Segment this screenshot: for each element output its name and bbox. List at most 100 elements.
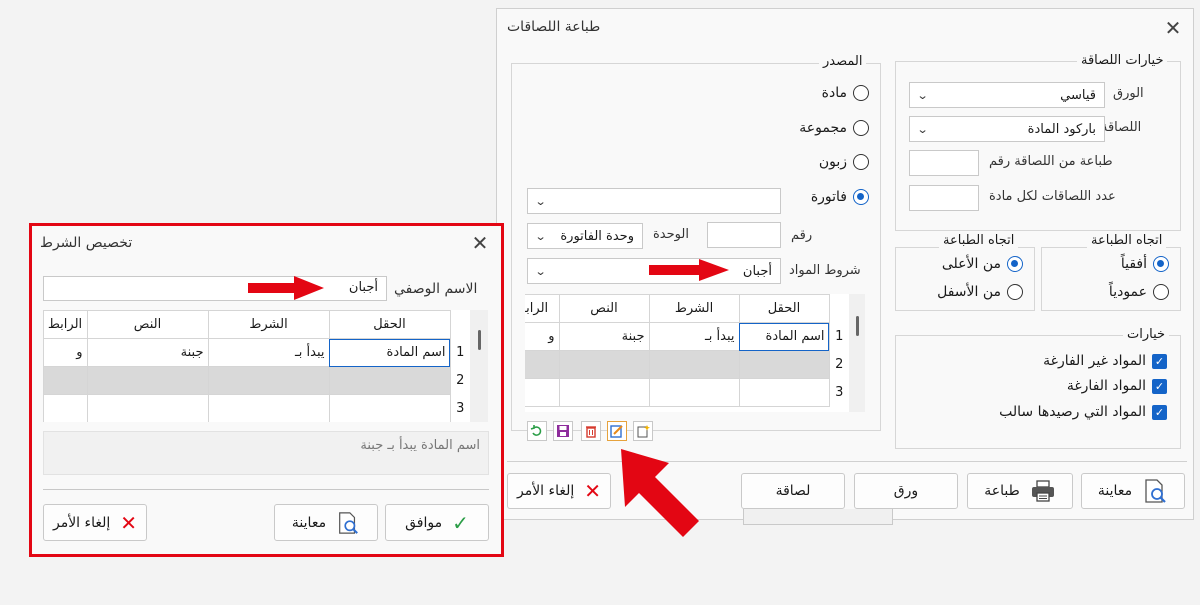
count-label-input[interactable] <box>909 185 979 211</box>
ok-button[interactable]: ✓ موافق <box>385 504 489 541</box>
cell-field[interactable]: اسم المادة <box>328 338 451 367</box>
cell-condition[interactable] <box>207 366 330 395</box>
label-button[interactable]: لصاقة <box>741 473 845 509</box>
conditions-grid: الحقل الشرط النص الرابط 1 اسم المادة يبد… <box>525 294 849 412</box>
cell-link[interactable]: و <box>525 322 560 351</box>
edit-icon[interactable] <box>607 421 627 441</box>
scroll-thumb[interactable] <box>477 330 481 350</box>
table-row[interactable]: 2 <box>43 366 470 395</box>
red-arrow-icon <box>649 259 729 281</box>
grid-scrollbar[interactable] <box>849 294 865 412</box>
checkbox-checked-icon: ✓ <box>1152 353 1167 369</box>
source-item-radio[interactable]: مادة <box>797 85 869 101</box>
source-group-radio[interactable]: مجموعة <box>777 120 869 136</box>
label-type-label: اللصاقة <box>1101 120 1142 135</box>
cell-condition[interactable] <box>648 378 740 407</box>
column-header-field[interactable]: الحقل <box>328 310 451 339</box>
desc-label: الاسم الوصفي <box>394 281 478 297</box>
summary-text: اسم المادة يبدأ بـ جبنة <box>360 438 480 453</box>
column-header-field[interactable]: الحقل <box>738 294 830 323</box>
column-header-condition[interactable]: الشرط <box>207 310 330 339</box>
cell-field[interactable]: اسم المادة <box>738 322 830 351</box>
paper-select[interactable]: قياسي ⌄ <box>909 82 1105 108</box>
cell-text[interactable]: جبنة <box>86 338 209 367</box>
cell-text[interactable]: جبنة <box>558 322 650 351</box>
source-customer-radio[interactable]: زبون <box>797 154 869 170</box>
column-header-condition[interactable]: الشرط <box>648 294 740 323</box>
refresh-icon[interactable] <box>527 421 547 441</box>
desc-input[interactable]: أجبان <box>43 276 387 301</box>
column-header-text[interactable]: النص <box>86 310 209 339</box>
cell-field[interactable] <box>738 350 830 379</box>
chevron-down-icon: ⌄ <box>534 264 547 278</box>
column-header-text[interactable]: النص <box>558 294 650 323</box>
paper-button[interactable]: ورق <box>854 473 958 509</box>
invoice-select[interactable]: ⌄ <box>527 188 781 214</box>
cell-condition[interactable] <box>648 350 740 379</box>
column-header-link[interactable]: الرابط <box>525 294 560 323</box>
column-header-link[interactable]: الرابط <box>43 310 88 339</box>
vertical-radio[interactable]: عمودياً <box>1077 284 1169 300</box>
cell-link[interactable] <box>43 394 88 422</box>
cell-text[interactable] <box>86 394 209 422</box>
negative-balance-checkbox[interactable]: ✓ المواد التي رصيدها سالب <box>917 404 1167 420</box>
row-number: 3 <box>450 394 470 422</box>
divider <box>507 461 1187 462</box>
cell-link[interactable]: و <box>43 338 88 367</box>
table-row[interactable]: 3 <box>43 394 470 422</box>
non-empty-checkbox[interactable]: ✓ المواد غير الفارغة <box>967 353 1167 369</box>
delete-icon[interactable] <box>581 421 601 441</box>
cancel-label: إلغاء الأمر <box>516 483 575 499</box>
cell-link[interactable] <box>525 378 560 407</box>
table-row[interactable]: 2 <box>525 350 849 379</box>
from-top-label: من الأعلى <box>941 256 1001 272</box>
negative-balance-label: المواد التي رصيدها سالب <box>999 404 1146 420</box>
save-icon[interactable] <box>553 421 573 441</box>
checkmark-icon: ✓ <box>452 510 469 535</box>
paper-label: الورق <box>1113 86 1144 101</box>
horizontal-radio[interactable]: أفقياً <box>1087 256 1169 272</box>
label-type-select[interactable]: باركود المادة ⌄ <box>909 116 1105 142</box>
new-icon[interactable] <box>633 421 653 441</box>
from-bottom-radio[interactable]: من الأسفل <box>917 284 1023 300</box>
non-empty-label: المواد غير الفارغة <box>1043 353 1146 369</box>
misc-options-legend: خيارات <box>1123 327 1170 342</box>
dialog-title: تخصيص الشرط <box>40 235 133 251</box>
cell-link[interactable] <box>525 350 560 379</box>
source-invoice-radio[interactable]: فاتورة <box>787 189 869 205</box>
close-icon[interactable]: ✕ <box>1163 18 1183 38</box>
row-number: 1 <box>829 322 849 351</box>
print-button[interactable]: طباعة <box>967 473 1073 509</box>
table-row[interactable]: 1 اسم المادة يبدأ بـ جبنة و <box>43 338 470 367</box>
close-icon[interactable]: ✕ <box>470 233 490 253</box>
cancel-button[interactable]: ✕ إلغاء الأمر <box>507 473 611 509</box>
cell-text[interactable] <box>558 350 650 379</box>
conditions-label: شروط المواد <box>789 263 861 278</box>
close-icon: ✕ <box>584 479 602 503</box>
cell-field[interactable] <box>738 378 830 407</box>
unit-select[interactable]: وحدة الفاتورة ⌄ <box>527 223 643 249</box>
dialog-cancel-button[interactable]: ✕ إلغاء الأمر <box>43 504 147 541</box>
window-title: طباعة اللصاقات <box>507 19 601 35</box>
from-top-radio[interactable]: من الأعلى <box>925 256 1023 272</box>
preview-button[interactable]: معاينة <box>1081 473 1185 509</box>
start-label-input[interactable] <box>909 150 979 176</box>
row-number: 2 <box>450 366 470 395</box>
cell-link[interactable] <box>43 366 88 395</box>
scroll-thumb[interactable] <box>855 316 859 336</box>
cell-condition[interactable] <box>207 394 330 422</box>
number-input[interactable] <box>707 222 781 248</box>
divider <box>43 489 489 490</box>
cell-condition[interactable]: يبدأ بـ <box>648 322 740 351</box>
chevron-down-icon: ⌄ <box>534 229 547 243</box>
table-row[interactable]: 1 اسم المادة يبدأ بـ جبنة و <box>525 322 849 351</box>
cell-text[interactable] <box>558 378 650 407</box>
cell-condition[interactable]: يبدأ بـ <box>207 338 330 367</box>
dialog-grid-scrollbar[interactable] <box>470 310 488 422</box>
dialog-preview-button[interactable]: معاينة <box>274 504 378 541</box>
empty-checkbox[interactable]: ✓ المواد الفارغة <box>967 378 1167 394</box>
cell-field[interactable] <box>328 394 451 422</box>
cell-text[interactable] <box>86 366 209 395</box>
table-row[interactable]: 3 <box>525 378 849 407</box>
cell-field[interactable] <box>328 366 451 395</box>
